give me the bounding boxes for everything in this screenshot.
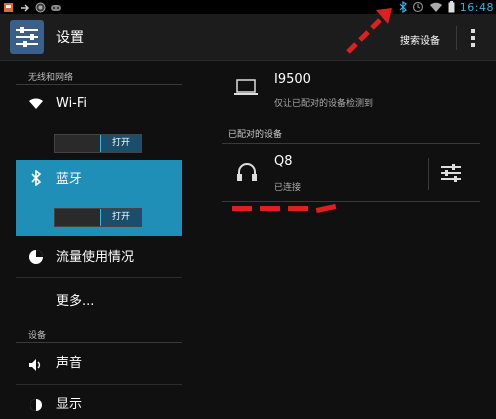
device-settings-icon[interactable] bbox=[440, 163, 462, 187]
action-bar: 设置 搜索设备 bbox=[0, 14, 496, 61]
settings-item-display[interactable]: 显示 bbox=[16, 385, 182, 419]
wifi-toggle-on: 打开 bbox=[100, 135, 141, 152]
clock: 16:48 bbox=[459, 0, 494, 14]
this-device-name: I9500 bbox=[274, 72, 311, 87]
this-device-visibility: 仅让已配对的设备检测到 bbox=[274, 99, 374, 109]
device-divider bbox=[428, 158, 429, 190]
settings-app-icon[interactable] bbox=[10, 20, 44, 54]
android-icon bbox=[34, 1, 46, 13]
paired-device-row[interactable]: Q8 已连接 bbox=[222, 148, 480, 200]
wifi-icon bbox=[28, 96, 44, 112]
more-label: 更多... bbox=[56, 294, 95, 309]
overflow-menu-icon[interactable] bbox=[468, 27, 478, 49]
paired-devices-header: 已配对的设备 bbox=[228, 130, 283, 140]
settings-item-bluetooth[interactable]: 蓝牙 打开 bbox=[16, 160, 182, 236]
settings-item-sound[interactable]: 声音 bbox=[16, 344, 182, 384]
search-devices-button[interactable]: 搜索设备 bbox=[400, 32, 440, 47]
data-usage-icon bbox=[28, 249, 44, 265]
bluetooth-toggle[interactable]: 打开 bbox=[54, 208, 142, 227]
page-title: 设置 bbox=[56, 30, 84, 46]
section-header-device: 设备 bbox=[28, 331, 47, 341]
gamepad-icon bbox=[50, 1, 62, 13]
list-divider bbox=[222, 201, 480, 202]
this-device-row[interactable]: I9500 仅让已配对的设备检测到 bbox=[222, 64, 480, 116]
bluetooth-label: 蓝牙 bbox=[56, 172, 83, 187]
wifi-label: Wi-Fi bbox=[56, 96, 88, 111]
data-usage-label: 流量使用情况 bbox=[56, 250, 135, 265]
settings-category-list: 无线和网络 Wi-Fi 打开 蓝牙 打开 流量使用情况 更多... 设备 声音 … bbox=[16, 62, 182, 419]
wifi-toggle[interactable]: 打开 bbox=[54, 134, 142, 153]
action-bar-divider bbox=[456, 26, 457, 50]
usb-icon bbox=[18, 1, 30, 13]
status-bar: 16:48 bbox=[0, 0, 496, 14]
display-label: 显示 bbox=[56, 397, 83, 412]
paired-device-name: Q8 bbox=[274, 154, 293, 169]
speaker-icon bbox=[28, 358, 44, 374]
section-header-wireless: 无线和网络 bbox=[28, 73, 74, 83]
settings-item-wifi[interactable]: Wi-Fi 打开 bbox=[16, 86, 182, 160]
settings-item-more[interactable]: 更多... bbox=[16, 278, 182, 320]
notification-icon bbox=[2, 1, 14, 13]
section-divider bbox=[16, 342, 182, 343]
bluetooth-toggle-on: 打开 bbox=[100, 209, 141, 226]
annotation-arrow bbox=[346, 8, 392, 54]
laptop-icon bbox=[234, 78, 258, 102]
settings-item-data-usage[interactable]: 流量使用情况 bbox=[16, 236, 182, 278]
section-divider bbox=[222, 143, 480, 144]
headset-icon bbox=[236, 162, 258, 186]
annotation-underline bbox=[232, 203, 338, 214]
bluetooth-icon bbox=[28, 169, 44, 187]
section-divider bbox=[16, 84, 182, 85]
brightness-icon bbox=[28, 397, 44, 413]
paired-device-status: 已连接 bbox=[274, 183, 302, 193]
sound-label: 声音 bbox=[56, 356, 83, 371]
